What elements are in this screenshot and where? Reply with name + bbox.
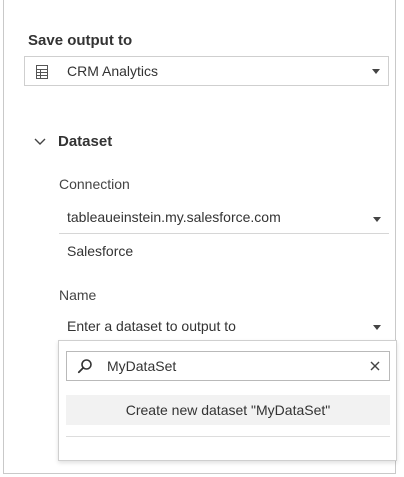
table-icon	[36, 65, 48, 79]
close-icon[interactable]	[369, 360, 381, 372]
connection-value: tableaueinstein.my.salesforce.com	[67, 209, 281, 225]
save-output-heading: Save output to	[28, 32, 133, 49]
chevron-down-icon	[34, 138, 46, 145]
search-icon	[77, 359, 92, 374]
chevron-down-icon	[373, 325, 381, 330]
dataset-dropdown: Create new dataset "MyDataSet"	[58, 340, 397, 461]
dataset-section-toggle[interactable]: Dataset	[32, 133, 112, 150]
output-type-value: CRM Analytics	[67, 63, 159, 79]
dataset-search-input[interactable]	[107, 356, 357, 376]
create-dataset-option[interactable]: Create new dataset "MyDataSet"	[66, 395, 390, 425]
connection-select[interactable]: tableaueinstein.my.salesforce.com	[59, 204, 389, 234]
divider	[66, 436, 390, 437]
output-settings-panel: Save output to CRM Analytics Dataset Con…	[3, 0, 397, 474]
connection-type: Salesforce	[67, 243, 134, 259]
chevron-down-icon	[373, 216, 381, 222]
chevron-down-icon	[372, 69, 380, 74]
name-label: Name	[59, 287, 97, 303]
dataset-heading: Dataset	[58, 133, 113, 150]
connection-label: Connection	[59, 176, 130, 192]
dataset-name-placeholder: Enter a dataset to output to	[67, 318, 236, 334]
dataset-search-box	[66, 351, 390, 381]
dataset-name-select[interactable]: Enter a dataset to output to	[59, 313, 389, 341]
output-type-select[interactable]: CRM Analytics	[24, 56, 389, 86]
